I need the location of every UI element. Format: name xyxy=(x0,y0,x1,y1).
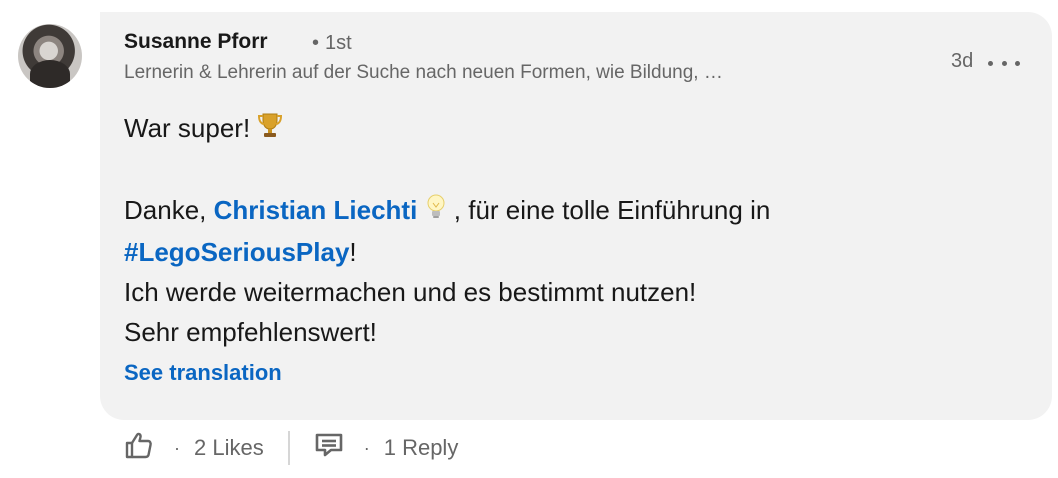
degree-label: 1st xyxy=(325,32,352,54)
more-dot xyxy=(988,60,993,66)
reply-count[interactable]: 1 Reply xyxy=(384,435,459,461)
comment-line: Danke, Christian Liechti , für eine toll… xyxy=(124,190,770,232)
more-dot xyxy=(1015,60,1020,66)
lightbulb-icon xyxy=(425,192,447,232)
see-translation-link[interactable]: See translation xyxy=(124,360,282,386)
actions-divider xyxy=(287,431,290,465)
mention-link[interactable]: Christian Liechti xyxy=(214,195,418,225)
comment-line-1: War super! xyxy=(124,113,251,143)
comment-text: War super! Danke, Christian Liechti , fü… xyxy=(124,108,770,352)
comment-actions: · 2 Likes · 1 Reply xyxy=(124,428,458,468)
comment-blank-line xyxy=(124,150,770,190)
reply-button[interactable]: · 1 Reply xyxy=(314,431,459,465)
comment-line-2-suffix: , für eine tolle Einführung in xyxy=(446,195,771,226)
author-name[interactable]: Susanne Pforr xyxy=(124,30,268,54)
thumbs-up-icon xyxy=(124,430,154,466)
comment-line: War super! xyxy=(124,108,770,150)
author-headline: Lernerin & Lehrerin auf der Suche nach n… xyxy=(124,62,723,83)
hashtag-link[interactable]: #LegoSeriousPlay xyxy=(124,237,349,267)
comment-line: #LegoSeriousPlay! xyxy=(124,232,770,272)
like-button[interactable]: · 2 Likes xyxy=(124,430,264,466)
comment-line-4: Sehr empfehlenswert! xyxy=(124,317,377,348)
likes-count[interactable]: 2 Likes xyxy=(194,435,264,461)
comment-line-2-prefix: Danke, xyxy=(124,195,214,226)
degree-dot: • xyxy=(312,32,320,54)
separator-dot: · xyxy=(174,437,180,458)
comment-line-3: Ich werde weitermachen und es bestimmt n… xyxy=(124,277,697,308)
connection-degree: • 1st xyxy=(312,32,352,55)
trophy-icon xyxy=(257,110,283,150)
separator-dot: · xyxy=(363,437,370,458)
comment-icon xyxy=(314,431,344,465)
comment-timestamp: 3d xyxy=(951,50,974,72)
more-options-icon[interactable] xyxy=(988,52,1020,74)
avatar[interactable] xyxy=(18,24,82,88)
hashtag-suffix: ! xyxy=(349,237,357,268)
more-dot xyxy=(1001,60,1007,66)
